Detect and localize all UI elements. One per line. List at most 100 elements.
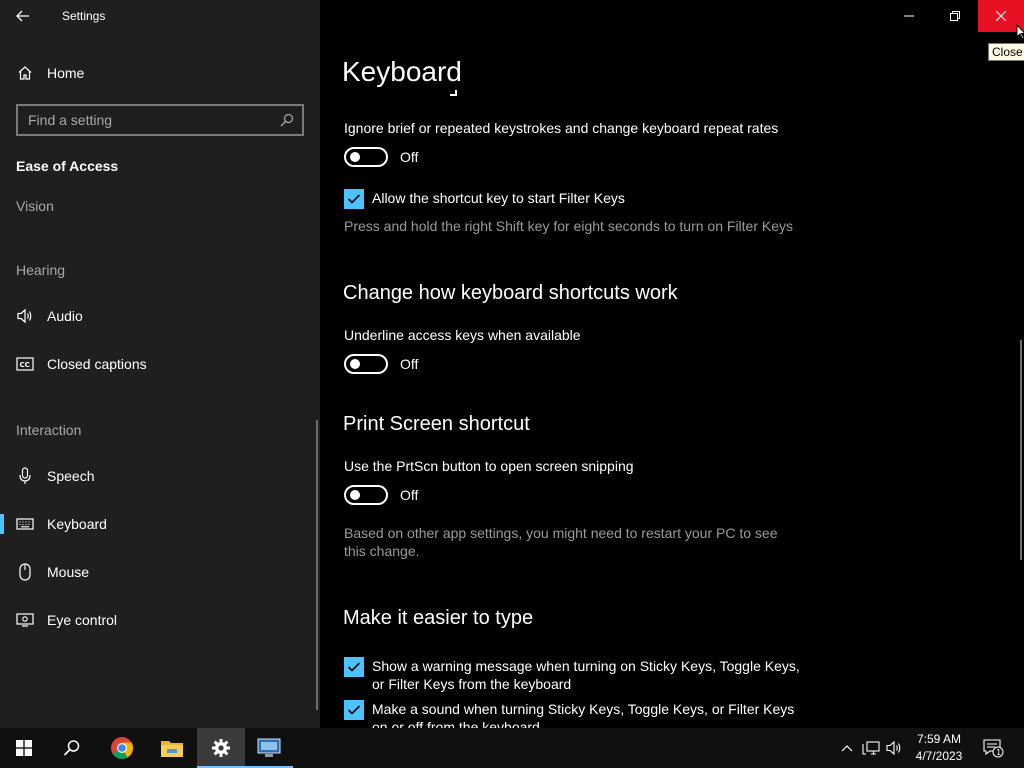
back-arrow-icon [16,10,29,22]
warning-message-checkbox[interactable]: Show a warning message when turning on S… [344,657,802,693]
sidebar-item-mouse[interactable]: Mouse [0,554,320,590]
network-status-button[interactable] [860,728,882,768]
filter-keys-toggle[interactable]: Off [344,147,418,167]
network-app-icon [257,738,281,757]
checkbox-label: Allow the shortcut key to start Filter K… [372,190,625,206]
sidebar-scrollbar[interactable] [316,420,318,710]
checkbox[interactable] [344,657,364,677]
toggle-switch[interactable] [344,147,388,167]
home-icon [0,65,47,81]
checkbox[interactable] [344,700,364,720]
mouse-icon [0,563,47,581]
toggle-switch[interactable] [344,354,388,374]
show-hidden-icons-button[interactable] [838,728,856,768]
clock-date: 4/7/2023 [915,749,963,763]
search-placeholder: Find a setting [28,112,113,128]
sidebar-item-closed-captions[interactable]: CC Closed captions [0,346,320,382]
sidebar-item-label: Audio [47,308,83,324]
category-heading: Ease of Access [16,158,119,174]
chrome-taskbar-button[interactable] [98,728,146,768]
close-tooltip: Close [988,43,1024,61]
filter-keys-description: Press and hold the right Shift key for e… [344,218,794,234]
file-explorer-icon [161,741,183,757]
print-screen-toggle[interactable]: Off [344,485,418,505]
section-title-typing: Make it easier to type [343,607,534,629]
underline-access-keys-toggle[interactable]: Off [344,354,418,374]
mouse-cursor-icon [1016,24,1024,40]
toggle-knob [350,152,360,162]
settings-taskbar-button[interactable] [197,728,245,768]
taskbar: 7:59 AM 4/7/2023 1 [0,728,1024,768]
toggle-knob [350,359,360,369]
back-button[interactable] [0,0,46,32]
sidebar-item-label: Speech [47,468,95,484]
speaker-icon [886,740,901,756]
taskbar-clock[interactable]: 7:59 AM 4/7/2023 [906,731,972,765]
group-heading-hearing: Hearing [16,262,66,278]
toggle-state: Off [400,487,419,503]
underline-access-keys-label: Underline access keys when available [344,327,581,343]
checkmark-icon [347,705,361,715]
microphone-icon [0,467,47,485]
sidebar-item-label: Closed captions [47,356,147,372]
main-content: Keyboard Ignore brief or repeated keystr… [320,0,1024,728]
group-heading-interaction: Interaction [16,422,82,438]
notification-icon: 1 [983,739,1004,758]
print-screen-label: Use the PrtScn button to open screen sni… [344,458,634,474]
toggle-knob [350,490,360,500]
keyboard-icon [0,518,47,530]
sidebar-item-audio[interactable]: Audio [0,298,320,334]
chevron-up-icon [841,745,853,752]
sidebar-item-eye-control[interactable]: Eye control [0,602,320,638]
network-app-taskbar-button[interactable] [245,728,293,768]
chrome-icon [111,737,133,759]
start-button[interactable] [0,728,48,768]
sound-checkbox[interactable]: Make a sound when turning Sticky Keys, T… [344,700,802,728]
speaker-icon [0,308,47,324]
print-screen-description: Based on other app settings, you might n… [344,525,778,559]
main-scrollbar[interactable] [1020,340,1022,560]
search-input[interactable]: Find a setting [16,104,304,136]
sidebar-item-label: Eye control [47,612,118,628]
file-explorer-taskbar-button[interactable] [148,728,196,768]
checkbox[interactable] [344,189,364,209]
window-controls [886,0,1024,32]
close-icon [996,11,1006,21]
toggle-switch[interactable] [344,485,388,505]
page-title: Keyboard [342,56,462,87]
checkmark-icon [347,662,361,672]
volume-button[interactable] [883,728,905,768]
notification-count: 1 [996,748,1001,757]
filter-keys-label: Ignore brief or repeated keystrokes and … [344,120,779,136]
search-icon [63,740,80,756]
sidebar-item-keyboard[interactable]: Keyboard [0,506,320,542]
restore-button[interactable] [932,0,978,32]
scrolled-heading-fragment [450,90,457,96]
toggle-state: Off [400,149,419,165]
sidebar-item-label: Mouse [47,564,90,580]
network-icon [862,741,880,755]
filter-keys-shortcut-checkbox[interactable]: Allow the shortcut key to start Filter K… [344,189,802,209]
sidebar-item-label: Keyboard [47,516,107,532]
group-heading-vision[interactable]: Vision [16,198,54,214]
sidebar-item-home[interactable]: Home [0,57,320,89]
checkbox-label: Show a warning message when turning on S… [372,658,800,692]
minimize-button[interactable] [886,0,932,32]
settings-icon [212,739,230,757]
clock-time: 7:59 AM [916,732,962,746]
restore-icon [950,11,960,21]
checkmark-icon [347,194,361,204]
action-center-button[interactable]: 1 [978,728,1008,768]
sidebar: Settings Home Find a setting Ease of Acc… [0,0,320,728]
svg-text:CC: CC [20,361,30,369]
checkbox-label: Make a sound when turning Sticky Keys, T… [372,701,795,728]
minimize-icon [904,15,914,17]
taskbar-search-button[interactable] [48,728,96,768]
sidebar-item-speech[interactable]: Speech [0,458,320,494]
section-title-print-screen: Print Screen shortcut [343,413,530,435]
selection-indicator [0,514,4,534]
eye-control-icon [0,613,47,627]
toggle-state: Off [400,356,419,372]
app-title: Settings [62,9,106,23]
sidebar-item-label: Home [47,65,85,81]
